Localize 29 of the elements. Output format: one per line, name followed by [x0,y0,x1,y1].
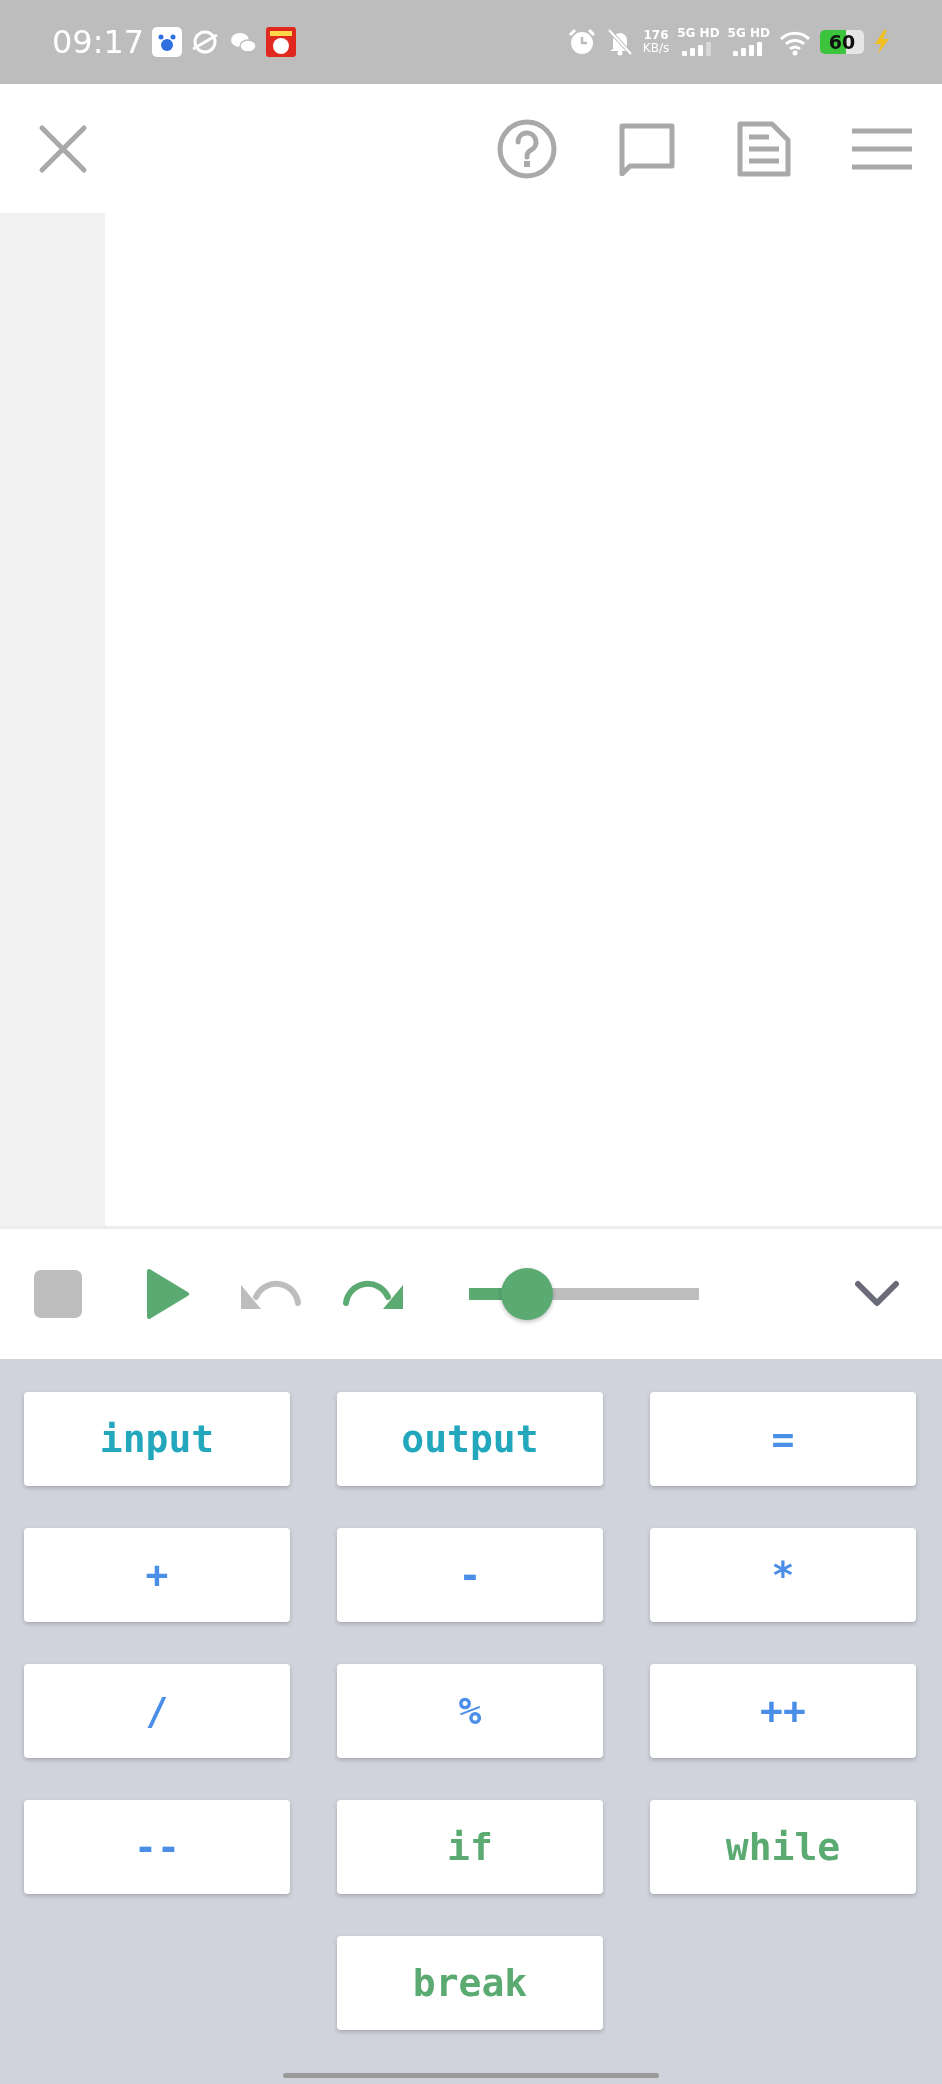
key-button[interactable]: = [650,1392,916,1486]
close-button[interactable] [38,123,88,174]
key-button[interactable]: input [24,1392,290,1486]
document-button[interactable] [736,119,792,178]
comment-button[interactable] [618,121,676,176]
key-button[interactable]: - [337,1528,603,1622]
alarm-icon [566,27,597,57]
network-label: 5G HD [727,26,770,40]
key-button[interactable]: / [24,1664,290,1758]
key-button[interactable]: % [337,1664,603,1758]
slider-thumb[interactable] [500,1268,553,1320]
hotel-app-icon [266,27,297,57]
network-label: 5G HD [677,26,720,40]
help-button[interactable] [496,117,558,180]
menu-button[interactable] [852,127,912,170]
key-button[interactable]: if [337,1800,603,1894]
run-button[interactable] [146,1268,190,1320]
paw-app-icon [152,27,183,57]
status-time: 09:17 [52,22,145,63]
network-speed: 176 [642,29,670,42]
key-button[interactable]: + [24,1528,290,1622]
key-button[interactable]: output [337,1392,603,1486]
key-button[interactable]: * [650,1528,916,1622]
key-button[interactable]: break [337,1936,603,2030]
key-button[interactable]: ++ [650,1664,916,1758]
collapse-button[interactable] [854,1280,900,1308]
speed-unit: KB/s [642,42,670,55]
key-button[interactable]: -- [24,1800,290,1894]
key-button[interactable]: while [650,1800,916,1894]
